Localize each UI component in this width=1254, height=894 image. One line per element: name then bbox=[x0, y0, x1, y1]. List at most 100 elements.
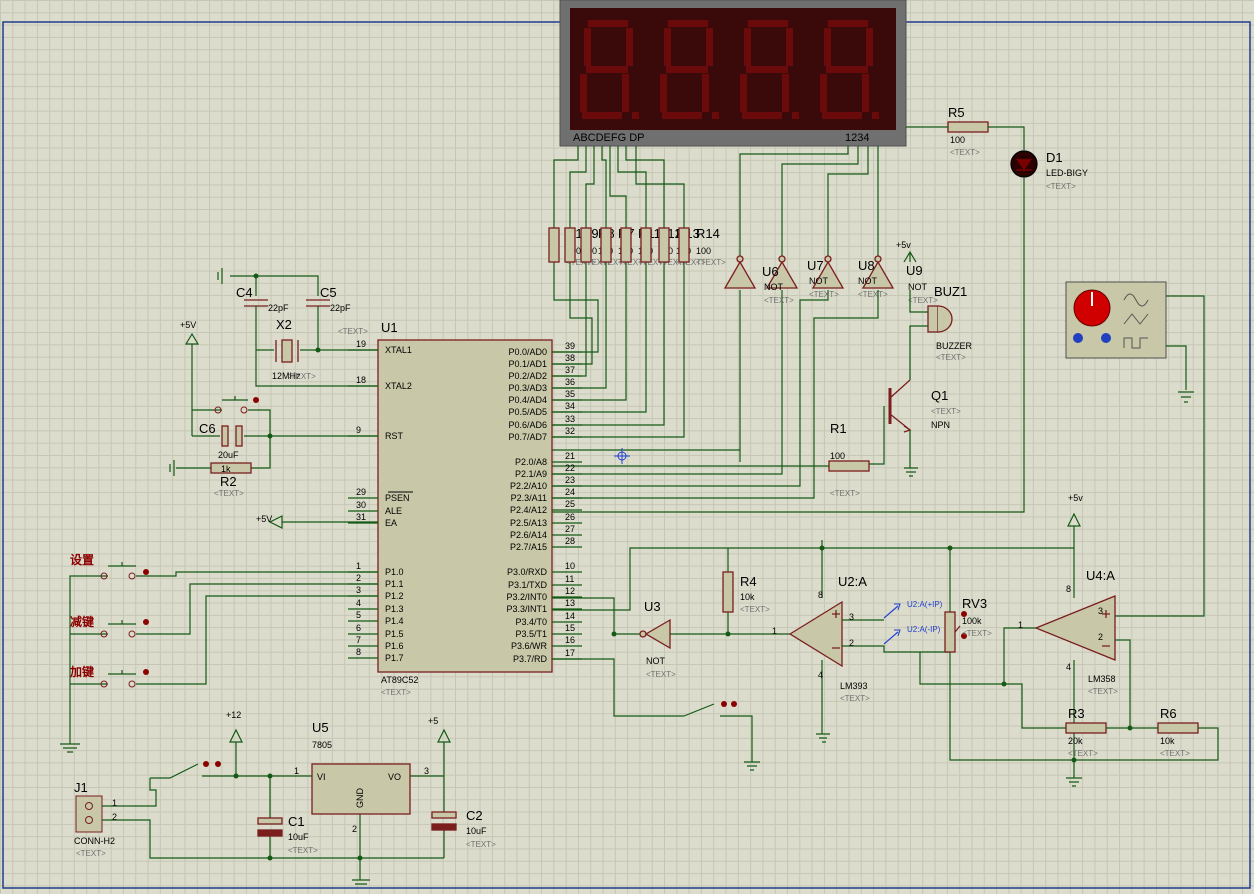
p37-switch[interactable] bbox=[683, 701, 737, 717]
resistor-r4[interactable] bbox=[722, 571, 734, 613]
rv3-ref: RV3 bbox=[962, 596, 987, 611]
rv3-value: 100k bbox=[962, 616, 982, 626]
r5-ref: R5 bbox=[948, 105, 965, 120]
pin-number: 15 bbox=[565, 623, 575, 633]
not-gate-u6[interactable] bbox=[723, 255, 757, 289]
signal-generator[interactable] bbox=[1065, 281, 1167, 359]
pin-name: EA bbox=[385, 518, 397, 528]
pin-number: 33 bbox=[565, 414, 575, 424]
crystal-x2[interactable] bbox=[275, 339, 299, 363]
u5-pin-3: 3 bbox=[424, 766, 429, 776]
schematic-canvas[interactable]: ABCDEFG DP 1234 R10100<TEXT>R9100<TEXT>R… bbox=[0, 0, 1254, 894]
resistor-r5[interactable] bbox=[947, 121, 989, 133]
r2-ref: R2 bbox=[220, 474, 237, 489]
pin-number: 21 bbox=[565, 451, 575, 461]
resistor-r3[interactable] bbox=[1065, 722, 1107, 734]
seven-segment-display[interactable]: ABCDEFG DP 1234 bbox=[559, 0, 907, 147]
pin-number: 16 bbox=[565, 635, 575, 645]
siggen-ground bbox=[1178, 391, 1194, 403]
u3-value: NOT bbox=[646, 656, 666, 666]
segment-resistor-bank[interactable]: R10100<TEXT>R9100<TEXT>R8100<TEXT>R7100<… bbox=[548, 226, 726, 267]
pin-name: P3.2/INT0 bbox=[506, 592, 547, 602]
probe-minus[interactable] bbox=[883, 629, 901, 645]
resistor-r2[interactable] bbox=[210, 462, 252, 474]
d1-text: <TEXT> bbox=[1046, 182, 1076, 191]
u1-part: AT89C52 bbox=[381, 675, 418, 685]
pin-number: 39 bbox=[565, 341, 575, 351]
d1-ref: D1 bbox=[1046, 150, 1063, 165]
pin-number: 1 bbox=[356, 561, 361, 571]
pin-number: 18 bbox=[356, 375, 366, 385]
c1-text: <TEXT> bbox=[288, 846, 318, 855]
pin-name: P0.1/AD1 bbox=[508, 359, 547, 369]
pin-name: P2.4/A12 bbox=[510, 505, 547, 515]
inc-button[interactable] bbox=[98, 595, 378, 688]
pin-name: P3.4/T0 bbox=[515, 617, 547, 627]
capacitor-c2[interactable] bbox=[431, 811, 457, 831]
pin-name: P2.0/A8 bbox=[515, 457, 547, 467]
u6-value: NOT bbox=[764, 282, 784, 292]
pin-name: PSEN bbox=[385, 493, 410, 503]
pin-name: P2.2/A10 bbox=[510, 481, 547, 491]
resistor-r1[interactable] bbox=[828, 460, 870, 472]
u2-ground bbox=[816, 733, 830, 743]
pin-number: 23 bbox=[565, 475, 575, 485]
u5-ref: U5 bbox=[312, 720, 329, 735]
pin-name: ALE bbox=[385, 506, 402, 516]
r6-ref: R6 bbox=[1160, 706, 1177, 721]
pin-number: 9 bbox=[356, 425, 361, 435]
q1-ref: Q1 bbox=[931, 388, 948, 403]
segment-resistor-r14[interactable]: R14 100 <TEXT> bbox=[678, 226, 726, 267]
capacitor-c5[interactable] bbox=[306, 299, 330, 307]
u9-value: NOT bbox=[908, 282, 928, 292]
capacitor-c6[interactable] bbox=[221, 425, 243, 447]
ea-power-label: +5V bbox=[256, 514, 272, 524]
buttons-ground bbox=[60, 575, 98, 753]
comparator-u2a[interactable] bbox=[788, 600, 843, 668]
probe-plus[interactable] bbox=[883, 603, 901, 619]
transistor-q1[interactable] bbox=[888, 379, 912, 433]
pin-number: 4 bbox=[356, 598, 361, 608]
pin-name: P1.5 bbox=[385, 629, 404, 639]
schematic-sheet[interactable]: ABCDEFG DP 1234 R10100<TEXT>R9100<TEXT>R… bbox=[0, 0, 1254, 894]
x2-text: <TEXT> bbox=[286, 372, 316, 381]
set-label: 设置 bbox=[70, 552, 94, 567]
pin-number: 27 bbox=[565, 524, 575, 534]
pin-number: 10 bbox=[565, 561, 575, 571]
dec-button[interactable] bbox=[98, 583, 378, 638]
resistor-r6[interactable] bbox=[1157, 722, 1199, 734]
u5-vo: VO bbox=[388, 772, 401, 782]
c1-value: 10uF bbox=[288, 832, 309, 842]
r2-value: 1k bbox=[221, 464, 231, 474]
u4-pin-3: 3 bbox=[1098, 606, 1103, 616]
capacitor-c4[interactable] bbox=[244, 299, 268, 307]
buzzer-buz1[interactable] bbox=[927, 305, 953, 333]
u3-ref: U3 bbox=[644, 599, 661, 614]
r4-text: <TEXT> bbox=[740, 605, 770, 614]
u1-text: <TEXT> bbox=[381, 688, 411, 697]
led-d1[interactable] bbox=[1010, 150, 1038, 178]
u5-vi: VI bbox=[317, 772, 326, 782]
r1-value: 100 bbox=[830, 451, 845, 461]
q1-text: <TEXT> bbox=[931, 407, 961, 416]
u4-power-wire bbox=[950, 512, 1081, 598]
u2-pin-2: 2 bbox=[849, 638, 854, 648]
set-button[interactable] bbox=[98, 562, 378, 580]
r4-ref: R4 bbox=[740, 574, 757, 589]
x2-ref: X2 bbox=[276, 317, 292, 332]
opamp-u4a[interactable] bbox=[1034, 595, 1116, 661]
not-gate-u3[interactable] bbox=[639, 618, 671, 650]
c2-value: 10uF bbox=[466, 826, 487, 836]
pin-name: P0.4/AD4 bbox=[508, 395, 547, 405]
u7-text: <TEXT> bbox=[809, 290, 839, 299]
connector-j1[interactable] bbox=[75, 795, 103, 833]
digits-label: 1234 bbox=[845, 132, 869, 144]
r2-text: <TEXT> bbox=[214, 489, 244, 498]
u4-pin-4: 4 bbox=[1066, 662, 1071, 672]
capacitor-c1[interactable] bbox=[257, 817, 283, 837]
pin-number: 8 bbox=[356, 647, 361, 657]
pin-number: 12 bbox=[565, 586, 575, 596]
u4a-text: <TEXT> bbox=[1088, 687, 1118, 696]
r1-text: <TEXT> bbox=[830, 489, 860, 498]
potentiometer-rv3[interactable] bbox=[944, 611, 961, 653]
